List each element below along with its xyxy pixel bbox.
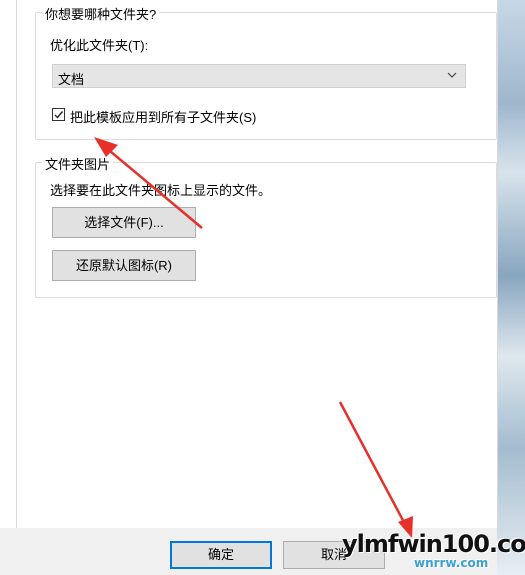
ok-button[interactable]: 确定 (170, 541, 272, 569)
chevron-down-icon (447, 72, 457, 78)
restore-default-icon-button[interactable]: 还原默认图标(R) (52, 250, 196, 281)
optimize-folder-select[interactable]: 文档 (52, 64, 466, 88)
desktop-background-strip (497, 0, 525, 575)
watermark-main-text: ylmfwin100.com (342, 530, 525, 558)
optimize-folder-label: 优化此文件夹(T): (50, 38, 149, 53)
folder-type-group: 你想要哪种文件夹? 优化此文件夹(T): 文档 把此模板应用到所有子文件夹(S) (35, 4, 497, 140)
apply-subfolders-label[interactable]: 把此模板应用到所有子文件夹(S) (70, 107, 256, 126)
apply-subfolders-checkbox[interactable] (52, 108, 65, 121)
background-left-margin (0, 0, 16, 575)
checkmark-icon (54, 111, 64, 119)
folder-pictures-description: 选择要在此文件夹图标上显示的文件。 (50, 183, 272, 198)
site-watermark: ylmfwin100.com wnrrw.com (342, 530, 525, 575)
folder-pictures-group: 文件夹图片 选择要在此文件夹图标上显示的文件。 选择文件(F)... 还原默认图… (35, 154, 497, 298)
watermark-sub-text: wnrrw.com (414, 556, 489, 570)
folder-type-question: 你想要哪种文件夹? (42, 4, 160, 23)
optimize-folder-selected-value: 文档 (58, 72, 85, 87)
folder-pictures-title: 文件夹图片 (42, 154, 114, 173)
customize-tab-panel: 你想要哪种文件夹? 优化此文件夹(T): 文档 把此模板应用到所有子文件夹(S)… (16, 0, 498, 529)
choose-file-button[interactable]: 选择文件(F)... (52, 207, 196, 238)
